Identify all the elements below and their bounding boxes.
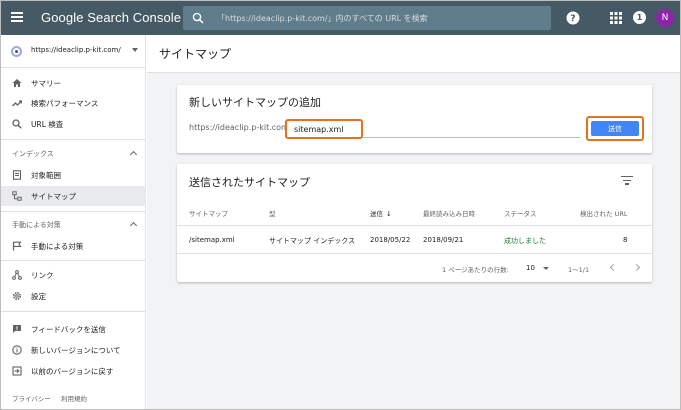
svg-text:?: ? (570, 14, 575, 24)
submit-button[interactable]: 送信 (591, 121, 639, 136)
sidebar-item-performance[interactable]: 検索パフォーマンス (1, 93, 146, 113)
sidebar-item-url-inspection[interactable]: URL 検査 (1, 114, 146, 134)
sidebar-item-label: 対象範囲 (31, 171, 61, 180)
sidebar-item-label: サマリー (31, 79, 61, 88)
divider (1, 211, 146, 212)
rows-per-page-select[interactable]: 10 (526, 263, 552, 274)
sidebar-item-label: 検索パフォーマンス (31, 99, 99, 108)
column-header-status: ステータス (504, 210, 537, 218)
help-icon[interactable]: ? (566, 11, 580, 25)
search-icon (12, 119, 22, 129)
section-label: インデックス (12, 150, 54, 158)
url-prefix: https://ideaclip.p-kit.com/ (189, 123, 292, 132)
cell-type: サイトマップ インデックス (269, 237, 356, 245)
top-bar: Google Search Console ? 1 N (1, 1, 680, 35)
home-icon (12, 79, 22, 87)
sidebar-item-feedback[interactable]: フィードバックを送信 (1, 319, 146, 339)
page-header: サイトマップ (147, 35, 680, 73)
footer-links: プライバシー 利用規約 (12, 393, 95, 403)
sidebar-item-settings[interactable]: 設定 (1, 286, 146, 306)
sidebar-item-label: URL 検査 (31, 120, 64, 129)
arrow-down-icon: ↓ (386, 210, 392, 218)
sidebar-item-coverage[interactable]: 対象範囲 (1, 165, 146, 185)
page-range: 1〜1/1 (568, 266, 590, 274)
property-selector[interactable]: https://ideaclip.p-kit.com/ (1, 35, 146, 68)
cell-last-read: 2018/09/21 (423, 236, 464, 244)
sidebar: https://ideaclip.p-kit.com/ サマリー 検索パフォーマ… (1, 35, 146, 409)
table-divider (177, 253, 652, 254)
sidebar-item-manual-actions[interactable]: 手動による対策 (1, 236, 146, 256)
column-header-sitemap: サイトマップ (189, 210, 228, 218)
submitted-sitemaps-card: 送信されたサイトマップ サイトマップ 型 送信 ↓ 最終読み込み日時 ステータス … (177, 164, 652, 282)
sidebar-item-label: サイトマップ (31, 192, 76, 201)
sidebar-item-label: 設定 (31, 292, 46, 301)
settings-icon (12, 291, 22, 301)
cell-sitemap: /sitemap.xml (189, 236, 235, 244)
sitemap-icon (12, 191, 22, 201)
sitemap-url-input[interactable] (285, 119, 363, 139)
filter-icon[interactable] (621, 176, 633, 186)
search-icon (192, 12, 204, 24)
cell-status: 成功しました (504, 237, 546, 245)
apps-grid-icon[interactable] (609, 11, 623, 25)
info-icon (12, 345, 22, 355)
column-header-last-read: 最終読み込み日時 (423, 210, 475, 218)
chevron-up-icon (129, 221, 138, 230)
flag-icon (12, 241, 22, 251)
add-sitemap-card: 新しいサイトマップの追加 https://ideaclip.p-kit.com/… (177, 85, 652, 153)
section-label: 手動による対策 (12, 221, 61, 229)
sidebar-item-label: 以前のバージョンに戻す (31, 367, 114, 376)
app-window: Google Search Console ? 1 N https://idea… (0, 0, 681, 410)
divider (1, 260, 146, 261)
chevron-down-icon (543, 267, 549, 270)
prev-page-button[interactable] (608, 263, 618, 273)
divider (1, 311, 146, 312)
sidebar-item-label: 新しいバージョンについて (31, 346, 121, 355)
sidebar-item-links[interactable]: リンク (1, 265, 146, 285)
sidebar-item-old-version[interactable]: 以前のバージョンに戻す (1, 361, 146, 381)
sidebar-item-sitemaps[interactable]: サイトマップ (1, 186, 146, 206)
chevron-up-icon (129, 150, 138, 159)
privacy-link[interactable]: プライバシー (12, 395, 51, 403)
notification-badge[interactable]: 1 (633, 11, 646, 24)
sidebar-item-summary[interactable]: サマリー (1, 73, 146, 93)
chevron-down-icon (132, 48, 138, 52)
rows-per-page-value: 10 (526, 264, 535, 272)
column-header-submitted[interactable]: 送信 ↓ (370, 208, 392, 218)
sidebar-item-label: リンク (31, 271, 54, 280)
rows-per-page-label: 1 ページあたりの行数: (442, 266, 509, 274)
trending-up-icon (12, 100, 22, 107)
submit-highlight: 送信 (586, 116, 644, 141)
search-input[interactable] (217, 9, 542, 27)
feedback-icon (13, 325, 21, 333)
menu-icon[interactable] (11, 12, 23, 22)
section-index-header[interactable]: インデックス (1, 145, 146, 163)
column-header-label: 送信 (370, 210, 383, 218)
main-content: サイトマップ 新しいサイトマップの追加 https://ideaclip.p-k… (147, 35, 680, 409)
links-icon (12, 270, 22, 280)
section-manual-header[interactable]: 手動による対策 (1, 216, 146, 234)
table-divider (177, 225, 652, 226)
sidebar-item-new-version[interactable]: 新しいバージョンについて (1, 340, 146, 360)
coverage-icon (12, 170, 22, 180)
search-bar[interactable] (183, 6, 551, 30)
card-title: 送信されたサイトマップ (189, 176, 310, 189)
column-header-type: 型 (269, 210, 276, 218)
column-header-urls: 検出された URL (580, 210, 628, 218)
cell-submitted: 2018/05/22 (370, 236, 411, 244)
property-name: https://ideaclip.p-kit.com/ (31, 46, 121, 54)
avatar[interactable]: N (656, 9, 674, 27)
property-icon (11, 46, 22, 57)
page-title: サイトマップ (159, 47, 232, 61)
next-page-button[interactable] (632, 263, 642, 273)
card-title: 新しいサイトマップの追加 (189, 96, 321, 109)
cell-url-count: 8 (623, 236, 628, 244)
app-title: Google Search Console (41, 10, 182, 25)
sidebar-item-label: フィードバックを送信 (31, 325, 106, 334)
terms-link[interactable]: 利用規約 (61, 395, 87, 403)
exit-icon (12, 366, 22, 376)
sidebar-item-label: 手動による対策 (31, 242, 84, 251)
divider (1, 139, 146, 140)
